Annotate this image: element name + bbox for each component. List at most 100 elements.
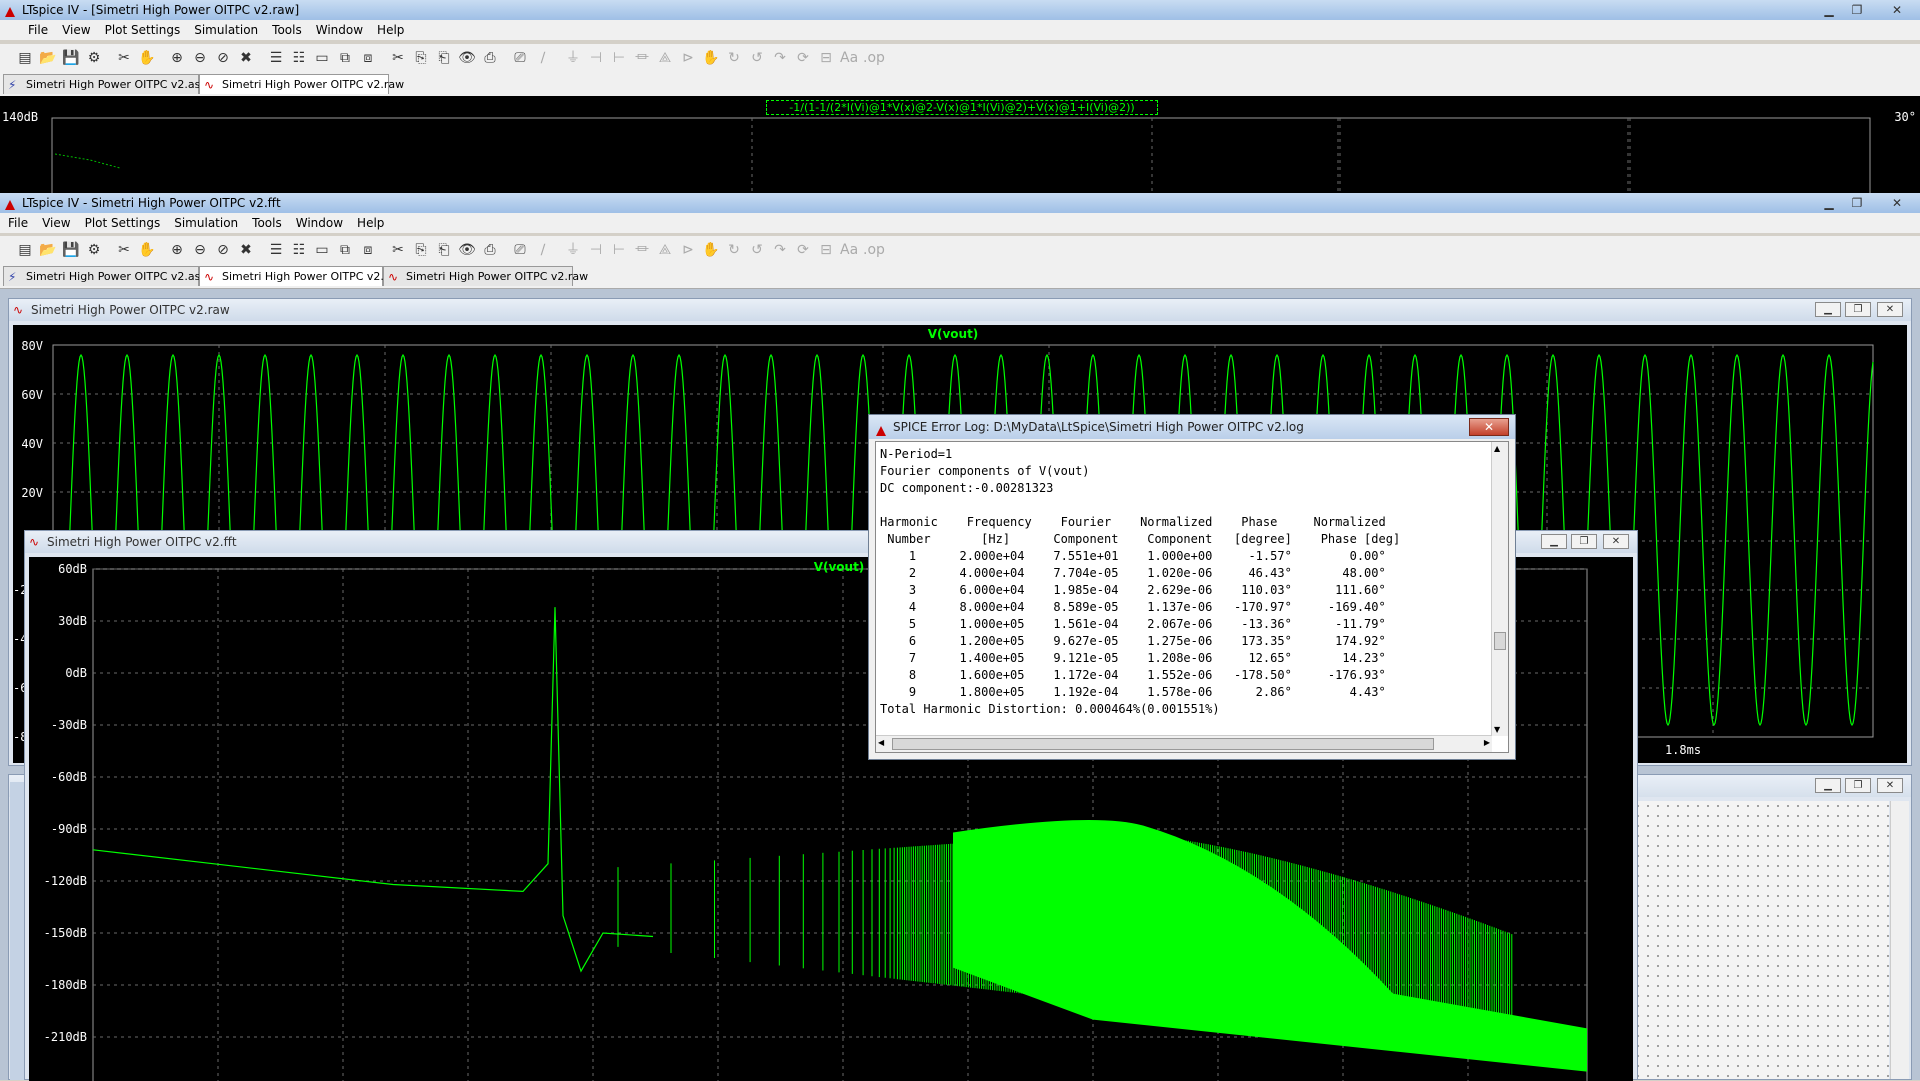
menu-simulation[interactable]: Simulation xyxy=(187,20,265,40)
toolbar-button-icon[interactable]: ✋ xyxy=(138,49,156,67)
toolbar-button-icon[interactable]: ↺ xyxy=(748,49,766,67)
toolbar-button-icon[interactable]: 💾 xyxy=(62,241,80,259)
toolbar-button-icon[interactable]: ↻ xyxy=(725,49,743,67)
toolbar-button-icon[interactable]: ⟳ xyxy=(794,241,812,259)
toolbar-button-icon[interactable]: ⊖ xyxy=(191,241,209,259)
maximize-icon[interactable]: ❐ xyxy=(1845,302,1871,317)
toolbar-button-icon[interactable]: ⎚ xyxy=(511,49,529,67)
menu-tools[interactable]: Tools xyxy=(265,20,309,40)
toolbar-button-icon[interactable]: ✋ xyxy=(702,49,720,67)
toolbar-button-icon[interactable]: 📂 xyxy=(39,241,57,259)
toolbar-button-icon[interactable]: ⊘ xyxy=(214,49,232,67)
menu-help[interactable]: Help xyxy=(370,20,411,40)
toolbar-button-icon[interactable]: ⊕ xyxy=(168,49,186,67)
toolbar-button-icon[interactable]: ✂ xyxy=(389,241,407,259)
menu-help[interactable]: Help xyxy=(350,213,391,233)
toolbar-button-icon[interactable]: ⊖ xyxy=(191,49,209,67)
toolbar-button-icon[interactable]: ⊕ xyxy=(168,241,186,259)
toolbar-button-icon[interactable]: ⎘ xyxy=(412,241,430,259)
close-icon[interactable]: ✕ xyxy=(1603,534,1629,549)
toolbar-button-icon[interactable]: ☷ xyxy=(290,241,308,259)
menu-window[interactable]: Window xyxy=(309,20,370,40)
toolbar-button-icon[interactable]: .op xyxy=(863,241,885,259)
maximize-icon[interactable]: ❐ xyxy=(1571,534,1597,549)
toolbar-button-icon[interactable]: ▤ xyxy=(16,49,34,67)
tab-asc[interactable]: ⚡ Simetri High Power OITPC v2.asc xyxy=(3,266,206,286)
toolbar-button-icon[interactable]: ⊟ xyxy=(817,49,835,67)
toolbar-button-icon[interactable]: ↻ xyxy=(725,241,743,259)
minimize-icon[interactable]: ▁ xyxy=(1816,2,1842,18)
toolbar-button-icon[interactable]: ✂ xyxy=(115,49,133,67)
toolbar-button-icon[interactable]: ✖ xyxy=(237,241,255,259)
toolbar-button-icon[interactable]: ⊢ xyxy=(610,49,628,67)
toolbar-button-icon[interactable]: Aa xyxy=(840,49,858,67)
toolbar-button-icon[interactable]: ⟁ xyxy=(656,49,674,67)
toolbar-button-icon[interactable]: ∕ xyxy=(534,241,552,259)
toolbar-button-icon[interactable]: ⏛ xyxy=(633,49,651,67)
vertical-scrollbar[interactable]: ▲ ▼ xyxy=(1491,442,1508,736)
scroll-up-icon[interactable]: ▲ xyxy=(1494,444,1500,453)
toolbar-button-icon[interactable]: ✂ xyxy=(389,49,407,67)
window1-plot[interactable]: 140dB 30° -1/(1-1/(2*I(Vi)@1*V(x)@2-V(x)… xyxy=(0,96,1920,196)
close-icon[interactable]: ✕ xyxy=(1884,2,1910,18)
horizontal-scrollbar[interactable]: ◀ ▶ xyxy=(876,735,1492,752)
vertical-scrollbar[interactable] xyxy=(1890,801,1909,1079)
toolbar-button-icon[interactable]: ✖ xyxy=(237,49,255,67)
toolbar-button-icon[interactable]: ⧈ xyxy=(359,49,377,67)
toolbar-button-icon[interactable]: ⎘ xyxy=(412,49,430,67)
scroll-left-icon[interactable]: ◀ xyxy=(878,738,884,747)
toolbar-button-icon[interactable]: ▭ xyxy=(313,241,331,259)
toolbar-button-icon[interactable]: ⧈ xyxy=(359,241,377,259)
scroll-down-icon[interactable]: ▼ xyxy=(1494,725,1500,734)
toolbar-button-icon[interactable]: ↺ xyxy=(748,241,766,259)
toolbar-button-icon[interactable]: ⊢ xyxy=(610,241,628,259)
toolbar-button-icon[interactable]: ☷ xyxy=(290,49,308,67)
toolbar-button-icon[interactable]: ⊘ xyxy=(214,241,232,259)
toolbar-button-icon[interactable]: ⚙ xyxy=(85,241,103,259)
maximize-icon[interactable]: ❐ xyxy=(1844,2,1870,18)
close-icon[interactable]: ✕ xyxy=(1884,195,1910,211)
toolbar-button-icon[interactable]: ✋ xyxy=(702,241,720,259)
menu-file[interactable]: File xyxy=(0,20,55,40)
close-icon[interactable]: ✕ xyxy=(1469,418,1509,436)
toolbar-button-icon[interactable]: 👁 xyxy=(458,49,476,67)
scroll-thumb[interactable] xyxy=(892,738,1434,750)
menu-plot-settings[interactable]: Plot Settings xyxy=(98,20,188,40)
toolbar-button-icon[interactable]: ⎙ xyxy=(481,241,499,259)
tab-asc[interactable]: ⚡ Simetri High Power OITPC v2.asc xyxy=(3,74,206,94)
tab-raw[interactable]: ∿ Simetri High Power OITPC v2.raw xyxy=(383,266,588,286)
maximize-icon[interactable]: ❐ xyxy=(1845,778,1871,793)
toolbar-button-icon[interactable]: ▤ xyxy=(16,241,34,259)
toolbar-button-icon[interactable]: ⎚ xyxy=(511,241,529,259)
toolbar-button-icon[interactable]: ⧉ xyxy=(336,49,354,67)
fft-trace[interactable] xyxy=(92,607,654,973)
toolbar-button-icon[interactable]: ⏚ xyxy=(564,241,582,259)
minimize-icon[interactable]: ▁ xyxy=(1541,534,1567,549)
menu-simulation[interactable]: Simulation xyxy=(167,213,245,233)
toolbar-button-icon[interactable]: ⊣ xyxy=(587,49,605,67)
menu-window[interactable]: Window xyxy=(289,213,350,233)
close-icon[interactable]: ✕ xyxy=(1877,778,1903,793)
menu-file[interactable]: File xyxy=(0,213,35,233)
toolbar-button-icon[interactable]: ⟁ xyxy=(656,241,674,259)
minimize-icon[interactable]: ▁ xyxy=(1816,195,1842,211)
toolbar-button-icon[interactable]: ⚙ xyxy=(85,49,103,67)
toolbar-button-icon[interactable]: ∕ xyxy=(534,49,552,67)
menu-view[interactable]: View xyxy=(35,213,77,233)
scroll-thumb[interactable] xyxy=(1494,632,1506,650)
toolbar-button-icon[interactable]: ↷ xyxy=(771,241,789,259)
toolbar-button-icon[interactable]: ✂ xyxy=(115,241,133,259)
toolbar-button-icon[interactable]: ☰ xyxy=(267,241,285,259)
menu-tools[interactable]: Tools xyxy=(245,213,289,233)
toolbar-button-icon[interactable]: ✋ xyxy=(138,241,156,259)
toolbar-button-icon[interactable]: ⎙ xyxy=(481,49,499,67)
toolbar-button-icon[interactable]: ⟳ xyxy=(794,49,812,67)
log-text-area[interactable]: N-Period=1 Fourier components of V(vout) D… xyxy=(875,441,1509,753)
toolbar-button-icon[interactable]: ⎗ xyxy=(435,49,453,67)
scroll-right-icon[interactable]: ▶ xyxy=(1484,738,1490,747)
toolbar-button-icon[interactable]: 💾 xyxy=(62,49,80,67)
minimize-icon[interactable]: ▁ xyxy=(1815,778,1841,793)
toolbar-button-icon[interactable]: ⏛ xyxy=(633,241,651,259)
toolbar-button-icon[interactable]: ⎗ xyxy=(435,241,453,259)
close-icon[interactable]: ✕ xyxy=(1877,302,1903,317)
